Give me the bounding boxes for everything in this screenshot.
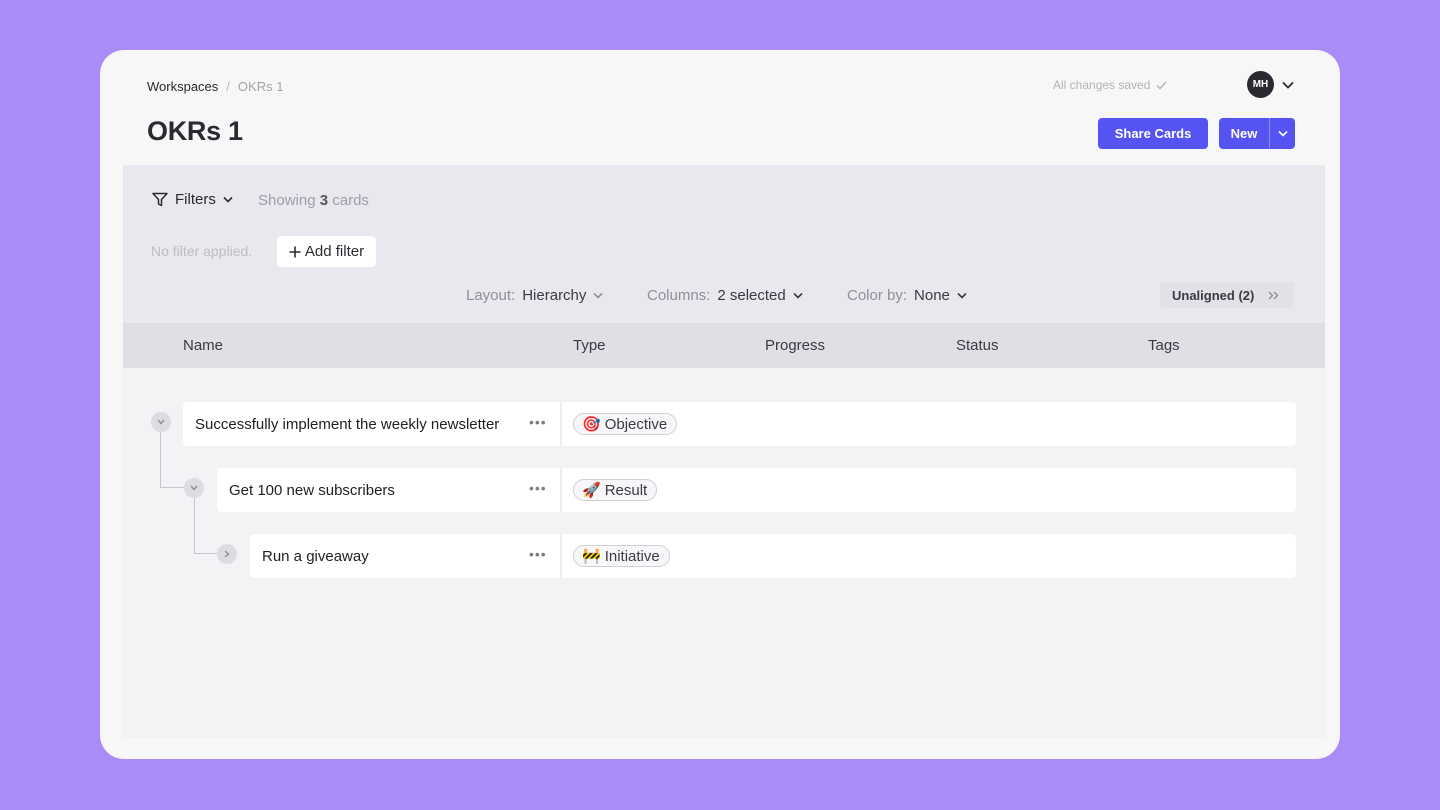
layout-label: Layout: [466,287,516,304]
plus-icon [289,246,301,257]
chevron-right-icon [224,550,230,558]
chevron-down-icon [957,292,967,299]
app-window: Workspaces / OKRs 1 All changes saved MH… [100,50,1340,759]
new-button-group: New [1219,118,1295,149]
card-count: 3 [319,192,329,209]
showing-count: Showing 3 cards [258,192,369,209]
chevron-down-icon [793,292,803,299]
filter-toolbar: Filters Showing 3 cards No filter applie… [123,165,1325,323]
avatar[interactable]: MH [1247,71,1274,98]
more-options-icon[interactable]: ••• [529,480,547,496]
save-status: All changes saved [1053,78,1167,92]
share-cards-button[interactable]: Share Cards [1098,118,1208,149]
tree-connector [194,498,195,553]
column-header-status[interactable]: Status [956,337,999,354]
color-by-label: Color by: [847,287,908,304]
rocket-icon: 🚀 [582,482,601,499]
add-filter-button[interactable]: Add filter [277,236,376,267]
showing-suffix: cards [332,192,369,209]
column-header-tags[interactable]: Tags [1148,337,1180,354]
tree-connector [160,432,161,487]
save-status-text: All changes saved [1053,78,1151,92]
color-by-select[interactable]: Color by: None [847,287,967,304]
type-badge-label: Result [604,481,648,499]
chevron-down-icon [223,196,233,203]
layout-value: Hierarchy [522,287,587,304]
page-title: OKRs 1 [147,116,243,146]
tree-connector [194,553,218,554]
filter-icon [152,192,168,207]
breadcrumb: Workspaces / OKRs 1 [147,79,283,94]
breadcrumb-workspaces-link[interactable]: Workspaces [147,79,218,94]
table-row[interactable]: Successfully implement the weekly newsle… [183,402,1296,446]
columns-label: Columns: [647,287,711,304]
filters-label: Filters [175,191,216,208]
construction-icon: 🚧 [582,548,601,565]
double-chevron-right-icon [1268,291,1279,299]
unaligned-button[interactable]: Unaligned (2) [1160,282,1294,308]
chevron-down-icon[interactable] [1282,81,1294,89]
no-filter-text: No filter applied. [151,243,253,259]
collapse-toggle[interactable] [184,478,204,498]
new-dropdown-button[interactable] [1269,118,1295,149]
expand-toggle[interactable] [217,544,237,564]
chevron-down-icon [593,292,603,299]
type-badge-result: 🚀 Result [573,479,658,501]
filters-button[interactable]: Filters [152,191,233,208]
row-name[interactable]: Get 100 new subscribers [217,482,395,499]
column-header-type[interactable]: Type [573,337,606,354]
breadcrumb-separator: / [226,79,230,94]
cell-divider [560,402,562,446]
more-options-icon[interactable]: ••• [529,546,547,562]
column-header-name[interactable]: Name [183,337,223,354]
table-row[interactable]: Get 100 new subscribers ••• 🚀 Result [217,468,1296,512]
chevron-down-icon [1277,130,1288,137]
type-badge-objective: 🎯 Objective [573,413,678,435]
type-badge-initiative: 🚧 Initiative [573,545,670,567]
table-row[interactable]: Run a giveaway ••• 🚧 Initiative [250,534,1296,578]
row-name[interactable]: Successfully implement the weekly newsle… [183,416,499,433]
type-badge-label: Objective [604,415,668,433]
row-name[interactable]: Run a giveaway [250,548,369,565]
cell-divider [560,468,562,512]
target-icon: 🎯 [582,416,601,433]
cell-divider [560,534,562,578]
breadcrumb-current: OKRs 1 [237,79,284,94]
type-badge-label: Initiative [604,547,660,565]
columns-value: 2 selected [717,287,786,304]
collapse-toggle[interactable] [151,412,171,432]
user-menu[interactable]: MH [1247,71,1294,98]
unaligned-label: Unaligned (2) [1172,287,1255,303]
chevron-down-icon [157,419,165,425]
add-filter-label: Add filter [304,243,365,260]
column-header-progress[interactable]: Progress [765,337,825,354]
color-by-value: None [914,287,950,304]
checkmark-icon [1156,80,1167,90]
layout-select[interactable]: Layout: Hierarchy [466,287,603,304]
tree-connector [160,487,184,488]
table-header: Name Type Progress Status Tags [123,323,1325,368]
new-button[interactable]: New [1219,118,1269,149]
showing-prefix: Showing [258,192,316,209]
columns-select[interactable]: Columns: 2 selected [647,287,803,304]
chevron-down-icon [190,485,198,491]
more-options-icon[interactable]: ••• [529,414,547,430]
